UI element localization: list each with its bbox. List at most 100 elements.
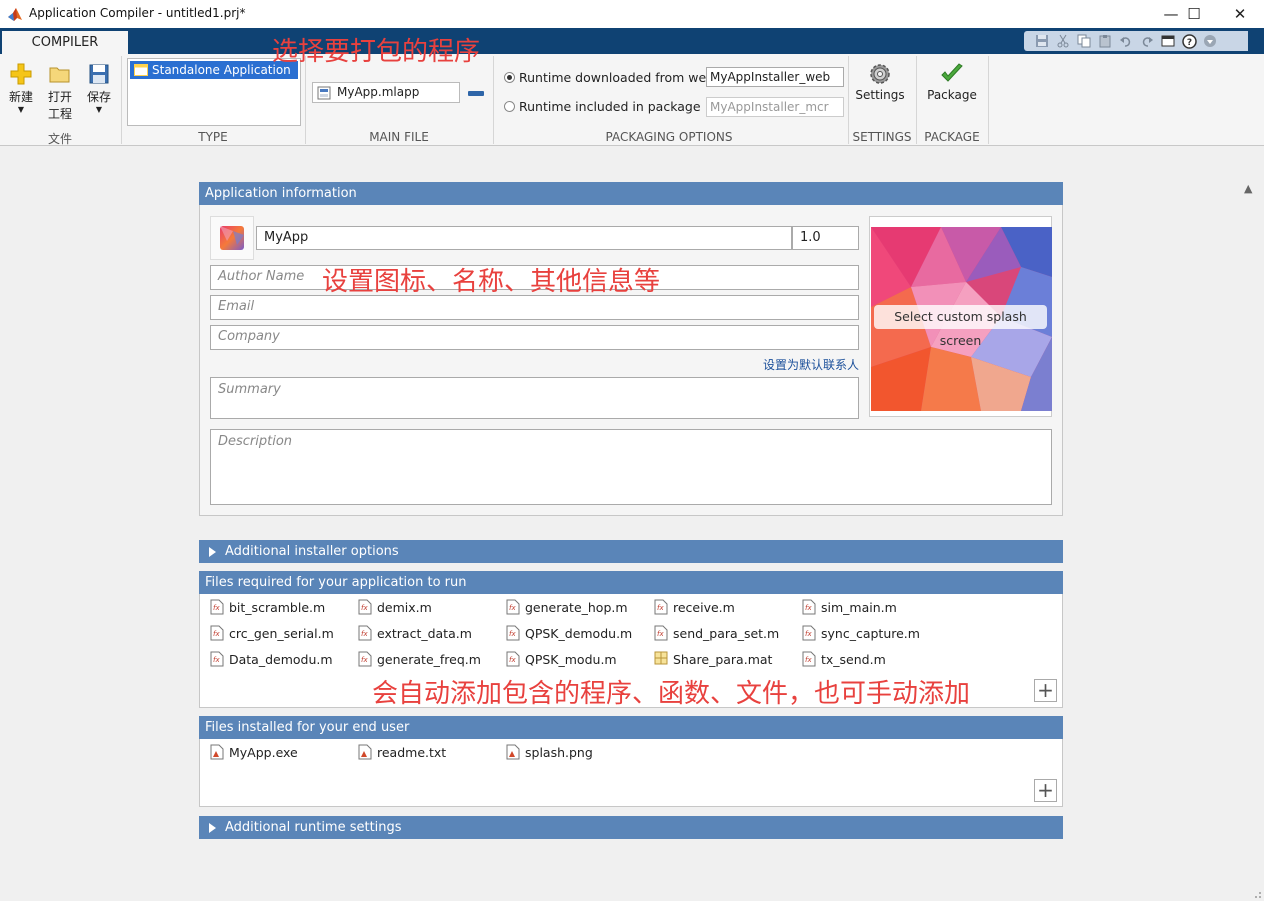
additional-runtime-settings-toggle[interactable]: Additional runtime settings [199,816,1063,839]
maximize-button[interactable]: ☐ [1171,0,1217,28]
version-input[interactable]: 1.0 [792,226,859,250]
annotation-auto-add-files: 会自动添加包含的程序、函数、文件，也可手动添加 [372,679,971,709]
file-item[interactable]: fx send_para_set.m [654,625,779,641]
package-button[interactable]: Package [922,62,982,102]
settings-button[interactable]: Settings [853,62,907,102]
radio-package[interactable] [504,101,515,112]
file-name: QPSK_modu.m [525,651,617,667]
new-button[interactable]: 新建 ▼ [6,62,36,115]
radio-web[interactable] [504,72,515,83]
remove-main-file-button[interactable] [468,91,484,96]
file-name: generate_freq.m [377,651,481,667]
file-item[interactable]: fx tx_send.m [802,651,886,667]
cut-icon[interactable] [1053,32,1073,50]
svg-text:fx: fx [509,630,516,638]
description-input[interactable]: Description [210,429,1052,505]
description-placeholder: Description [218,434,293,449]
runtime-web-option[interactable]: Runtime downloaded from web [504,70,714,85]
file-item[interactable]: fx demix.m [358,599,432,615]
file-item[interactable]: MyApp.exe [210,744,298,760]
file-item[interactable]: readme.txt [358,744,446,760]
add-required-file-button[interactable]: + [1034,679,1057,702]
window-title: Application Compiler - untitled1.prj* [29,6,246,20]
main-file-entry[interactable]: MyApp.mlapp [312,82,460,103]
file-item[interactable]: fx sync_capture.m [802,625,920,641]
svg-text:fx: fx [509,604,516,612]
file-name: MyApp.exe [229,744,298,760]
summary-input[interactable]: Summary [210,377,859,419]
file-item[interactable]: fx generate_hop.m [506,599,628,615]
file-item[interactable]: fx bit_scramble.m [210,599,325,615]
file-name: bit_scramble.m [229,599,326,615]
file-name: crc_gen_serial.m [229,625,334,641]
matlab-function-file-icon: fx [210,599,224,615]
package-installer-name-input[interactable]: MyAppInstaller_mcr [706,97,844,117]
close-icon: ✕ [1233,5,1247,23]
file-item[interactable]: fx QPSK_demodu.m [506,625,632,641]
select-splash-screen-button[interactable]: Select custom splash screen [874,305,1047,348]
matlab-function-file-icon: fx [358,651,372,667]
main-file-name: MyApp.mlapp [337,85,420,99]
resize-grip-icon[interactable] [1250,887,1262,899]
redo-icon[interactable] [1137,32,1157,50]
file-name: readme.txt [377,744,447,760]
mat-data-file-icon [654,651,668,667]
undo-icon[interactable] [1116,32,1136,50]
svg-text:fx: fx [805,604,812,612]
checkmark-icon [941,63,963,82]
package-section-label: PACKAGE [924,130,980,144]
main-file-section-label: MAIN FILE [369,130,429,144]
svg-text:fx: fx [657,630,664,638]
expand-triangle-icon [209,823,216,833]
matlab-function-file-icon: fx [654,599,668,615]
file-icon [210,744,224,760]
runtime-web-label: Runtime downloaded from web [519,70,715,85]
paste-icon[interactable] [1095,32,1115,50]
file-item[interactable]: fx extract_data.m [358,625,472,641]
svg-text:fx: fx [805,630,812,638]
file-name: sim_main.m [821,599,897,615]
tab-compiler[interactable]: COMPILER [2,31,128,55]
quick-access-toolbar: ? [1024,31,1248,51]
file-name: splash.png [525,744,593,760]
file-item[interactable]: splash.png [506,744,593,760]
set-default-contact-link[interactable]: 设置为默认联系人 [763,356,859,373]
expand-triangle-icon [209,547,216,557]
save-icon[interactable] [1032,32,1052,50]
file-item[interactable]: fx receive.m [654,599,735,615]
app-icon-button[interactable] [210,216,254,260]
gear-icon [870,64,890,84]
email-placeholder: Email [218,299,255,314]
file-item[interactable]: fx Data_demodu.m [210,651,333,667]
file-item[interactable]: fx generate_freq.m [358,651,481,667]
svg-text:fx: fx [213,630,220,638]
company-input[interactable]: Company [210,325,859,350]
app-name-input[interactable]: MyApp [256,226,792,250]
matlab-function-file-icon: fx [210,651,224,667]
web-installer-name-input[interactable]: MyAppInstaller_web [706,67,844,87]
file-item[interactable]: Share_para.mat [654,651,772,667]
additional-installer-options-toggle[interactable]: Additional installer options [199,540,1063,563]
annotation-set-icon-info: 设置图标、名称、其他信息等 [322,267,661,297]
window-icon[interactable] [1158,32,1178,50]
file-item[interactable]: fx QPSK_modu.m [506,651,617,667]
summary-placeholder: Summary [218,382,281,397]
open-project-button[interactable]: 打开 工程 [45,62,75,122]
file-name: sync_capture.m [821,625,920,641]
file-item[interactable]: fx sim_main.m [802,599,897,615]
matlab-function-file-icon: fx [358,625,372,641]
file-item[interactable]: fx crc_gen_serial.m [210,625,334,641]
matlab-function-file-icon: fx [802,599,816,615]
matlab-function-file-icon: fx [210,625,224,641]
save-button[interactable]: 保存 ▼ [84,62,114,115]
add-installed-file-button[interactable]: + [1034,779,1057,802]
close-button[interactable]: ✕ [1217,0,1263,28]
copy-icon[interactable] [1074,32,1094,50]
help-icon[interactable]: ? [1179,32,1199,50]
file-name: QPSK_demodu.m [525,625,633,641]
dropdown-icon[interactable] [1200,32,1220,50]
runtime-package-option[interactable]: Runtime included in package [504,99,701,114]
svg-text:fx: fx [213,656,220,664]
collapse-ribbon-icon[interactable]: ▲ [1244,182,1252,195]
file-name: Share_para.mat [673,651,773,667]
